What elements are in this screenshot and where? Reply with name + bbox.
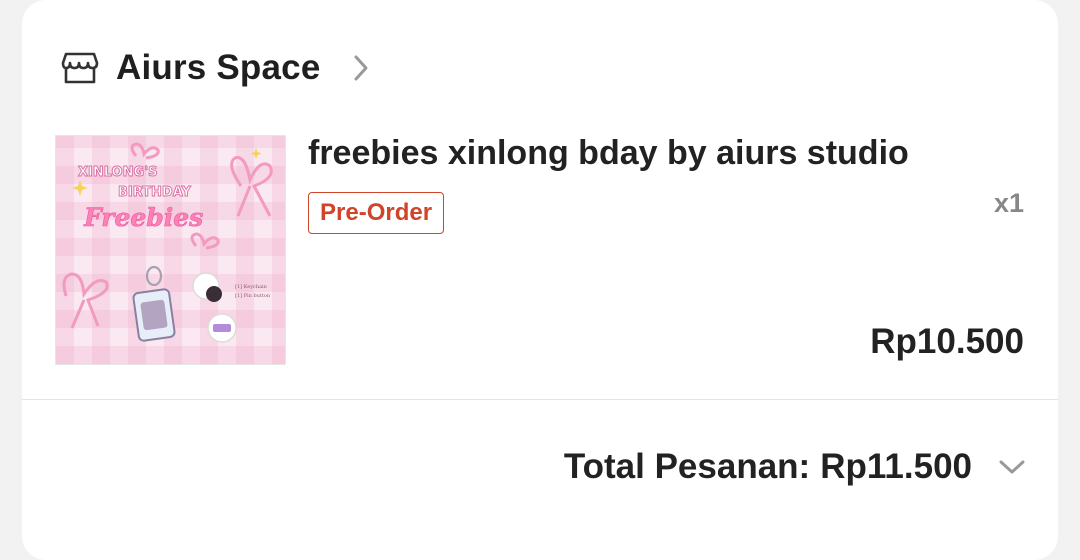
order-card: Aiurs Space XINLONG'S BIRTHDAY Freebies … bbox=[22, 0, 1058, 560]
total-value: Rp11.500 bbox=[820, 447, 972, 486]
store-icon bbox=[60, 48, 100, 88]
thumb-heading-3: Freebies bbox=[83, 203, 203, 232]
shop-name[interactable]: Aiurs Space bbox=[116, 48, 321, 88]
chevron-down-icon[interactable] bbox=[998, 457, 1028, 477]
keychain-image bbox=[132, 265, 176, 342]
quantity-label: x1 bbox=[993, 188, 1024, 218]
pin-button-image bbox=[192, 272, 237, 343]
order-total-row[interactable]: Total Pesanan: Rp11.500 bbox=[564, 442, 1028, 492]
divider bbox=[22, 399, 1058, 400]
product-thumbnail[interactable]: XINLONG'S BIRTHDAY Freebies [1] Keychain… bbox=[55, 135, 286, 365]
thumb-list-1: [1] Keychain bbox=[235, 284, 268, 290]
chevron-right-icon[interactable] bbox=[353, 53, 373, 83]
pre-order-badge: Pre-Order bbox=[308, 192, 445, 234]
item-price: Rp10.500 bbox=[870, 322, 1024, 361]
thumb-heading-1: XINLONG'S bbox=[78, 165, 158, 180]
shop-header[interactable]: Aiurs Space bbox=[60, 44, 373, 92]
total-label: Total Pesanan: bbox=[563, 447, 811, 486]
thumb-list-2: [1] Pin button bbox=[235, 293, 271, 299]
thumb-heading-2: BIRTHDAY bbox=[118, 185, 192, 200]
product-title[interactable]: freebies xinlong bday by aiurs studio bbox=[308, 134, 909, 173]
